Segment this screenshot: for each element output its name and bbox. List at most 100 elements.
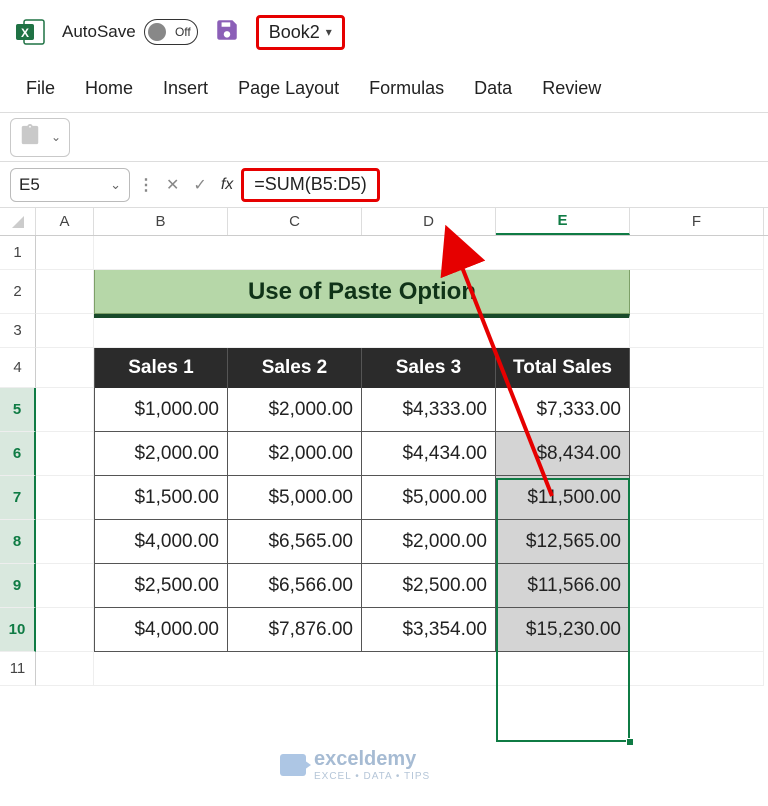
clipboard-icon xyxy=(19,123,41,152)
svg-text:X: X xyxy=(21,26,29,40)
ribbon-tabs: File Home Insert Page Layout Formulas Da… xyxy=(0,64,768,112)
cell-E10[interactable]: $15,230.00 xyxy=(496,608,630,652)
workbook-name[interactable]: Book2 ▾ xyxy=(256,15,345,50)
tab-page-layout[interactable]: Page Layout xyxy=(238,78,339,99)
watermark-logo-icon xyxy=(280,754,306,776)
cell-A6[interactable] xyxy=(36,432,94,476)
formula-input[interactable]: =SUM(B5:D5) xyxy=(241,168,380,202)
cell-merged-3[interactable] xyxy=(94,314,630,348)
cell-F10[interactable] xyxy=(630,608,764,652)
cell-F3[interactable] xyxy=(630,314,764,348)
row-header-11[interactable]: 11 xyxy=(0,652,36,686)
col-header-E[interactable]: E xyxy=(496,208,630,235)
cell-A4[interactable] xyxy=(36,348,94,388)
cell-B7[interactable]: $1,500.00 xyxy=(94,476,228,520)
fx-icon[interactable]: fx xyxy=(221,176,233,194)
cell-E6[interactable]: $8,434.00 xyxy=(496,432,630,476)
cell-A1[interactable] xyxy=(36,236,94,270)
chevron-down-icon: ▾ xyxy=(326,25,332,39)
quick-access-row: ⌄ xyxy=(0,112,768,162)
cell-A8[interactable] xyxy=(36,520,94,564)
autosave-toggle[interactable]: Off xyxy=(144,19,198,45)
col-header-F[interactable]: F xyxy=(630,208,764,235)
quick-caret-icon: ⌄ xyxy=(51,130,61,144)
cell-C5[interactable]: $2,000.00 xyxy=(228,388,362,432)
row-header-4[interactable]: 4 xyxy=(0,348,36,388)
tab-insert[interactable]: Insert xyxy=(163,78,208,99)
cell-C7[interactable]: $5,000.00 xyxy=(228,476,362,520)
row-header-7[interactable]: 7 xyxy=(0,476,36,520)
save-icon[interactable] xyxy=(214,17,240,48)
row-header-1[interactable]: 1 xyxy=(0,236,36,270)
cell-F7[interactable] xyxy=(630,476,764,520)
cell-B8[interactable]: $4,000.00 xyxy=(94,520,228,564)
tab-formulas[interactable]: Formulas xyxy=(369,78,444,99)
row-header-3[interactable]: 3 xyxy=(0,314,36,348)
row-header-8[interactable]: 8 xyxy=(0,520,36,564)
cell-A7[interactable] xyxy=(36,476,94,520)
name-box[interactable]: E5 ⌄ xyxy=(10,168,130,202)
cell-C9[interactable]: $6,566.00 xyxy=(228,564,362,608)
cell-D8[interactable]: $2,000.00 xyxy=(362,520,496,564)
cell[interactable] xyxy=(94,236,764,270)
cell-E8[interactable]: $12,565.00 xyxy=(496,520,630,564)
formula-text: =SUM(B5:D5) xyxy=(254,174,367,195)
cell-A9[interactable] xyxy=(36,564,94,608)
row-header-10[interactable]: 10 xyxy=(0,608,36,652)
row-header-6[interactable]: 6 xyxy=(0,432,36,476)
cell-F4[interactable] xyxy=(630,348,764,388)
watermark-tagline: EXCEL • DATA • TIPS xyxy=(314,771,430,782)
cell-B10[interactable]: $4,000.00 xyxy=(94,608,228,652)
row-header-9[interactable]: 9 xyxy=(0,564,36,608)
cell-D10[interactable]: $3,354.00 xyxy=(362,608,496,652)
cell-C10[interactable]: $7,876.00 xyxy=(228,608,362,652)
cell-B6[interactable]: $2,000.00 xyxy=(94,432,228,476)
cell-F2[interactable] xyxy=(630,270,764,314)
toggle-off-label: Off xyxy=(175,25,191,39)
cell-C8[interactable]: $6,565.00 xyxy=(228,520,362,564)
col-header-B[interactable]: B xyxy=(94,208,228,235)
cell-E5[interactable]: $7,333.00 xyxy=(496,388,630,432)
cell-F9[interactable] xyxy=(630,564,764,608)
watermark: exceldemy EXCEL • DATA • TIPS xyxy=(280,748,430,782)
cell-A3[interactable] xyxy=(36,314,94,348)
title-banner[interactable]: Use of Paste Option xyxy=(94,270,630,314)
paste-button[interactable]: ⌄ xyxy=(10,118,70,157)
th-sales3[interactable]: Sales 3 xyxy=(362,348,496,388)
row-header-2[interactable]: 2 xyxy=(0,270,36,314)
confirm-icon[interactable]: ✓ xyxy=(193,175,206,195)
cell-E7[interactable]: $11,500.00 xyxy=(496,476,630,520)
cell-B9[interactable]: $2,500.00 xyxy=(94,564,228,608)
select-all-corner[interactable] xyxy=(0,208,36,235)
cell-D6[interactable]: $4,434.00 xyxy=(362,432,496,476)
name-box-value: E5 xyxy=(19,175,40,195)
tab-file[interactable]: File xyxy=(26,78,55,99)
cell-D9[interactable]: $2,500.00 xyxy=(362,564,496,608)
cell-D5[interactable]: $4,333.00 xyxy=(362,388,496,432)
cancel-icon[interactable]: ✕ xyxy=(166,175,179,195)
th-sales1[interactable]: Sales 1 xyxy=(94,348,228,388)
th-sales2[interactable]: Sales 2 xyxy=(228,348,362,388)
col-header-C[interactable]: C xyxy=(228,208,362,235)
col-header-A[interactable]: A xyxy=(36,208,94,235)
cell-B5[interactable]: $1,000.00 xyxy=(94,388,228,432)
cell-A11[interactable] xyxy=(36,652,94,686)
tab-home[interactable]: Home xyxy=(85,78,133,99)
cell-row11[interactable] xyxy=(94,652,764,686)
autosave-group: AutoSave Off xyxy=(62,19,198,45)
cell-E9[interactable]: $11,566.00 xyxy=(496,564,630,608)
cell-A5[interactable] xyxy=(36,388,94,432)
row-header-5[interactable]: 5 xyxy=(0,388,36,432)
cell-C6[interactable]: $2,000.00 xyxy=(228,432,362,476)
cell-D7[interactable]: $5,000.00 xyxy=(362,476,496,520)
tab-data[interactable]: Data xyxy=(474,78,512,99)
col-header-D[interactable]: D xyxy=(362,208,496,235)
fill-handle[interactable] xyxy=(626,738,634,746)
cell-F6[interactable] xyxy=(630,432,764,476)
cell-F5[interactable] xyxy=(630,388,764,432)
cell-F8[interactable] xyxy=(630,520,764,564)
cell-A10[interactable] xyxy=(36,608,94,652)
tab-review[interactable]: Review xyxy=(542,78,601,99)
cell-A2[interactable] xyxy=(36,270,94,314)
th-total[interactable]: Total Sales xyxy=(496,348,630,388)
